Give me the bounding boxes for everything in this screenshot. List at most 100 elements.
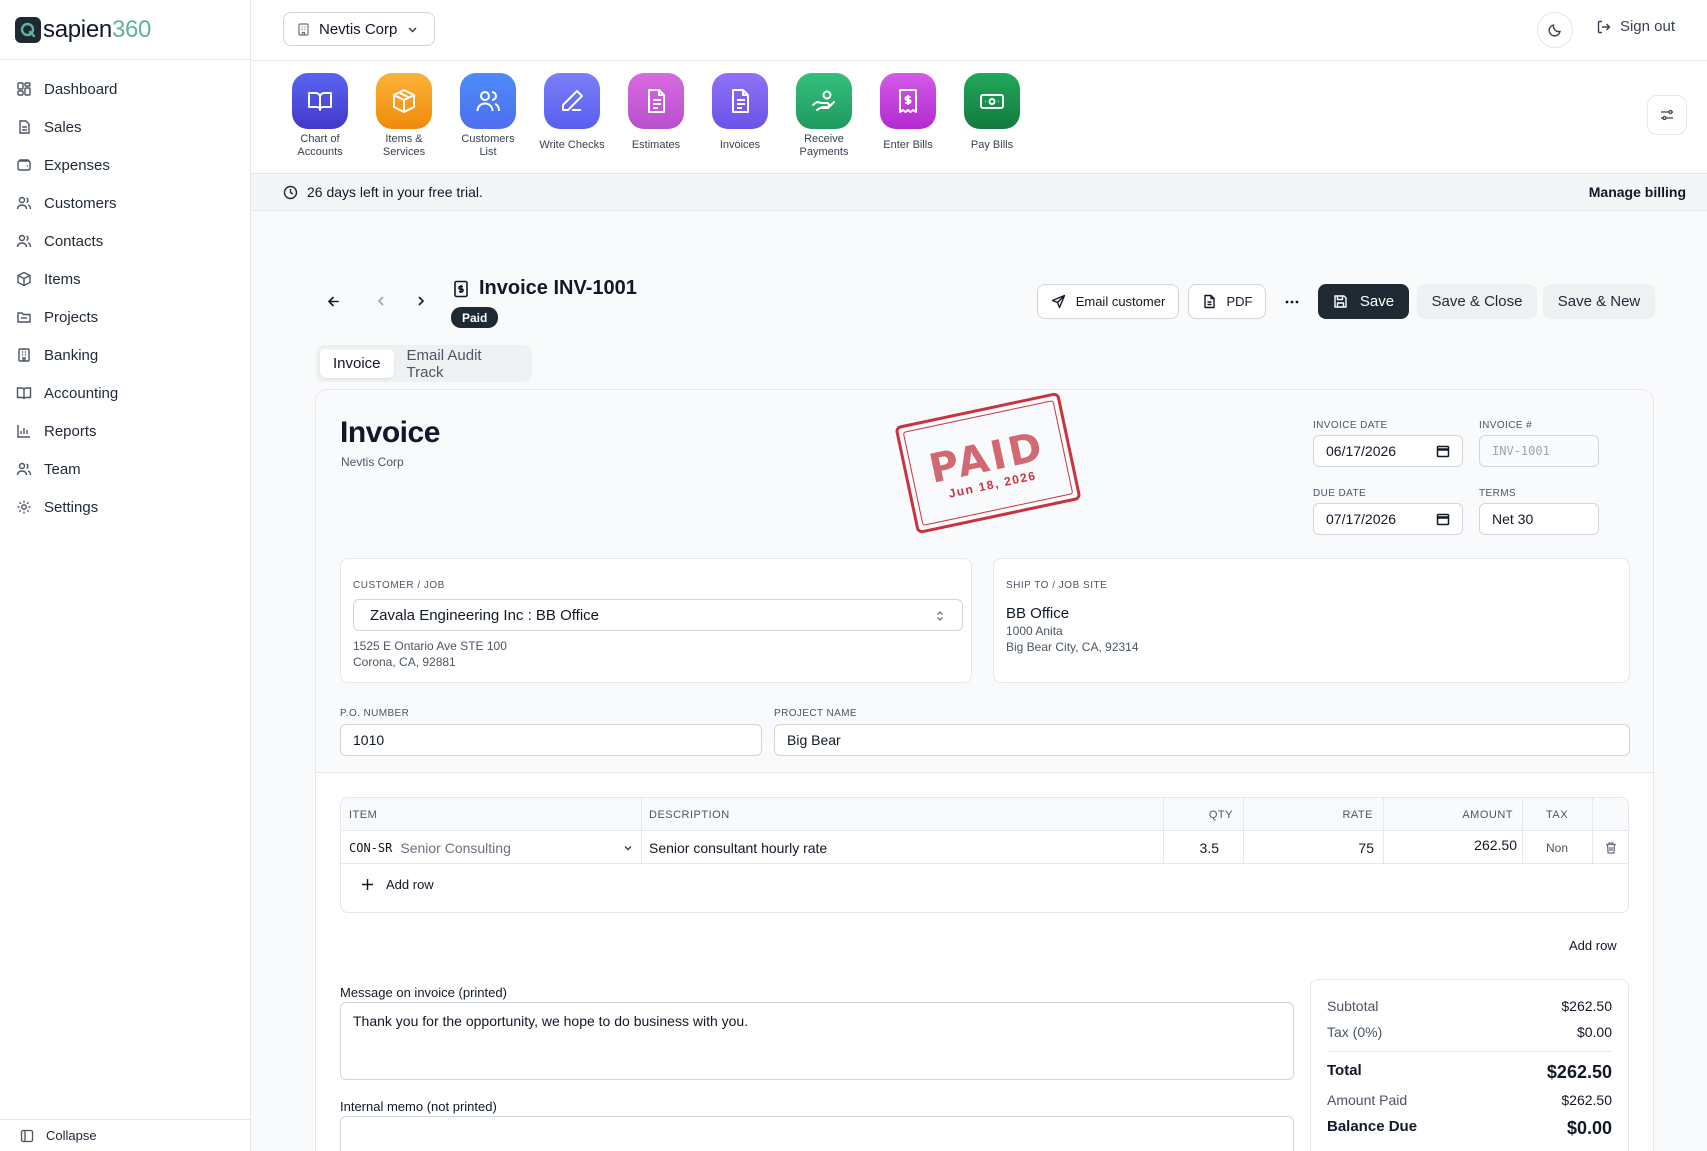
qty-input[interactable]: 3.5	[1163, 831, 1219, 864]
shortcut-invoices[interactable]: Invoices	[698, 73, 782, 152]
sidebar-item-team[interactable]: Team	[0, 450, 250, 488]
invoice-number-placeholder: INV-1001	[1492, 444, 1550, 458]
collapse-button[interactable]: Collapse	[0, 1119, 250, 1151]
trial-banner: 26 days left in your free trial. Manage …	[251, 174, 1707, 211]
customer-panel: CUSTOMER / JOB Zavala Engineering Inc : …	[340, 558, 972, 683]
sidebar-item-settings[interactable]: Settings	[0, 488, 250, 526]
sidebar-item-label: Accounting	[44, 384, 119, 402]
shortcut-write-checks[interactable]: Write Checks	[530, 73, 614, 152]
shortcut-items-services[interactable]: Items & Services	[362, 73, 446, 159]
email-customer-button[interactable]: Email customer	[1037, 284, 1179, 319]
trash-icon	[1606, 841, 1616, 854]
manage-billing-link[interactable]: Manage billing	[1589, 184, 1686, 200]
brand-name: sapien360	[43, 15, 152, 43]
save-icon	[1334, 295, 1347, 308]
save-close-button[interactable]: Save & Close	[1417, 284, 1537, 319]
add-row-link[interactable]: Add row	[1569, 938, 1617, 953]
tab-email-audit-track[interactable]: Email Audit Track	[394, 347, 528, 381]
due-date-value: 07/17/2026	[1326, 511, 1397, 527]
add-row-button[interactable]: Add row	[361, 877, 434, 892]
shortcut-label: Write Checks	[539, 139, 605, 151]
shortcut-label: Invoices	[719, 139, 761, 151]
add-row-label: Add row	[386, 877, 434, 892]
total-value: $262.50	[1546, 1062, 1612, 1082]
sidebar-item-label: Customers	[44, 194, 117, 212]
invoice-number-label: INVOICE #	[1479, 420, 1533, 431]
tax-select[interactable]: Non	[1522, 831, 1592, 864]
shortcut-tile	[628, 73, 684, 129]
shortcut-pay-bills[interactable]: Pay Bills	[950, 73, 1034, 152]
sign-out-button[interactable]: Sign out	[1596, 18, 1675, 35]
project-name-input[interactable]: Big Bear	[774, 724, 1630, 756]
ship-to-name: BB Office	[1006, 605, 1070, 622]
shortcut-label: Receive Payments	[799, 133, 849, 158]
sidebar-item-expenses[interactable]: Expenses	[0, 146, 250, 184]
invoice-date-value: 06/17/2026	[1326, 443, 1397, 459]
memo-textarea[interactable]	[340, 1116, 1294, 1151]
po-number-input[interactable]: 1010	[340, 724, 762, 756]
project-name-label: PROJECT NAME	[774, 708, 857, 719]
save-new-button[interactable]: Save & New	[1543, 284, 1655, 319]
shortcut-chart-of-accounts[interactable]: Chart of Accounts	[278, 73, 362, 159]
message-textarea[interactable]: Thank you for the opportunity, we hope t…	[340, 1002, 1294, 1080]
shortcut-receive-payments[interactable]: Receive Payments	[782, 73, 866, 159]
company-selector[interactable]: Nevtis Corp	[283, 12, 435, 46]
gear-icon	[17, 500, 31, 514]
shortcut-tile	[712, 73, 768, 129]
users-icon	[16, 196, 32, 210]
building-icon	[298, 22, 309, 36]
amount-input[interactable]: 262.50	[1383, 831, 1517, 864]
sidebar-item-label: Expenses	[44, 156, 110, 174]
more-actions-button[interactable]	[1281, 291, 1303, 313]
customer-select[interactable]: Zavala Engineering Inc : BB Office	[353, 599, 963, 631]
folder-icon	[17, 312, 31, 323]
logo-icon	[15, 16, 41, 43]
amount-paid-label: Amount Paid	[1327, 1092, 1408, 1108]
rate-input[interactable]: 75	[1243, 831, 1374, 864]
sidebar-item-accounting[interactable]: Accounting	[0, 374, 250, 412]
sidebar-item-label: Sales	[44, 118, 82, 136]
ship-to-panel: SHIP TO / JOB SITE BB Office 1000 Anita …	[993, 558, 1630, 683]
sign-out-label: Sign out	[1619, 18, 1675, 35]
invoice-number-input[interactable]: INV-1001	[1479, 435, 1599, 467]
customize-shortcuts-button[interactable]	[1647, 95, 1687, 135]
shortcut-label: Pay Bills	[970, 139, 1014, 151]
sidebar-item-projects[interactable]: Projects	[0, 298, 250, 336]
save-button[interactable]: Save	[1318, 284, 1409, 319]
delete-row-button[interactable]	[1592, 831, 1630, 864]
invoice-date-input[interactable]: 06/17/2026	[1313, 435, 1463, 467]
chevron-down-icon	[408, 26, 417, 33]
due-date-input[interactable]: 07/17/2026	[1313, 503, 1463, 535]
table-row: CON-SR Senior Consulting Senior consulta…	[341, 831, 1628, 864]
tax-value: Non	[1545, 840, 1568, 855]
tab-invoice[interactable]: Invoice	[320, 349, 394, 378]
previous-invoice-button[interactable]	[370, 290, 392, 312]
item-select[interactable]: CON-SR Senior Consulting	[349, 831, 634, 864]
balance-due-row: Balance Due $0.00	[1327, 1118, 1612, 1139]
terms-label: TERMS	[1479, 488, 1516, 499]
sidebar-item-contacts[interactable]: Contacts	[0, 222, 250, 260]
shortcut-label: Items & Services	[382, 133, 426, 158]
sidebar-item-banking[interactable]: Banking	[0, 336, 250, 374]
shortcut-enter-bills[interactable]: Enter Bills	[866, 73, 950, 152]
wallet-icon	[17, 159, 31, 171]
terms-input[interactable]: Net 30	[1479, 503, 1599, 535]
invoice-date-label: INVOICE DATE	[1313, 420, 1388, 431]
next-invoice-button[interactable]	[410, 290, 432, 312]
brand-logo[interactable]: sapien360	[0, 0, 250, 60]
invoice-tabs: Invoice Email Audit Track	[316, 345, 532, 382]
tax-label: Tax (0%)	[1327, 1024, 1383, 1040]
shortcut-estimates[interactable]: Estimates	[614, 73, 698, 152]
theme-toggle-button[interactable]	[1537, 12, 1573, 48]
sidebar-item-reports[interactable]: Reports	[0, 412, 250, 450]
sidebar-item-customers[interactable]: Customers	[0, 184, 250, 222]
shortcut-customers-list[interactable]: Customers List	[446, 73, 530, 159]
description-input[interactable]: Senior consultant hourly rate	[649, 831, 827, 864]
pdf-button[interactable]: PDF	[1188, 284, 1266, 319]
amount-paid-value: $262.50	[1561, 1092, 1612, 1108]
sidebar-item-dashboard[interactable]: Dashboard	[0, 70, 250, 108]
sidebar-item-sales[interactable]: Sales	[0, 108, 250, 146]
back-button[interactable]	[322, 290, 344, 312]
sidebar-item-items[interactable]: Items	[0, 260, 250, 298]
column-header-tax: TAX	[1545, 808, 1569, 821]
